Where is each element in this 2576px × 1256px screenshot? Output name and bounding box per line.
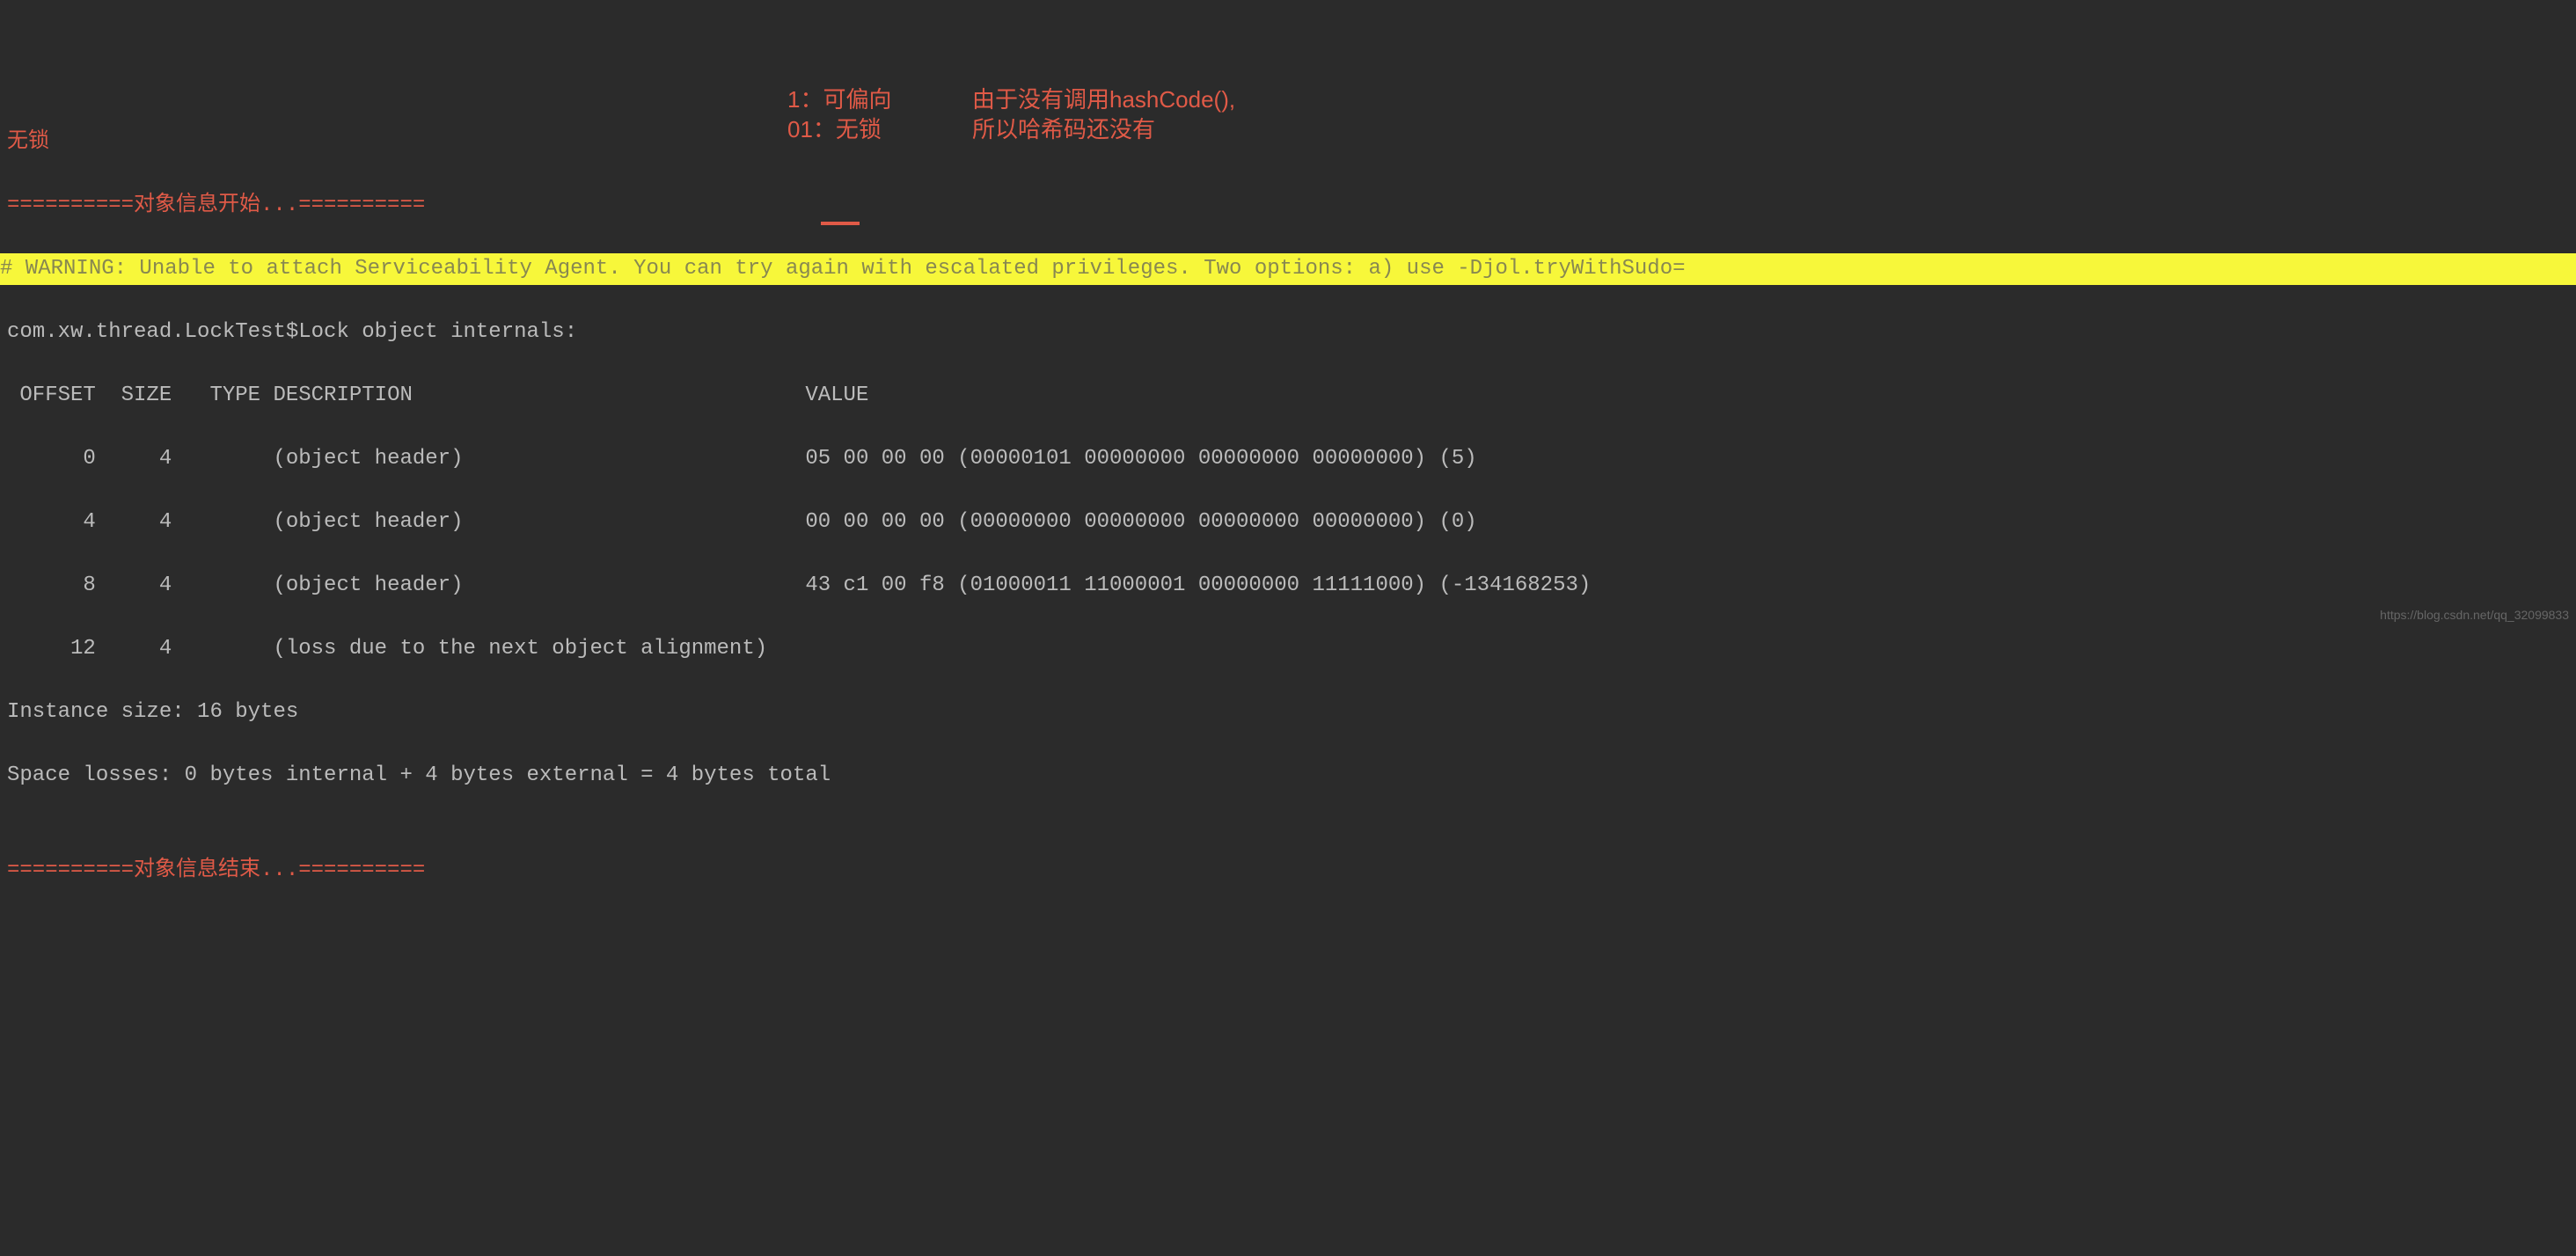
end-marker-line: ==========对象信息结束...==========	[0, 855, 2576, 887]
annotation-hashcode-line2: 所以哈希码还没有	[972, 113, 1155, 147]
table-row-2: 4 4 (object header) 00 00 00 00 (0000000…	[0, 507, 2576, 538]
space-losses-line: Space losses: 0 bytes internal + 4 bytes…	[0, 760, 2576, 792]
annotation-nolock: 01：无锁	[787, 113, 882, 147]
warning-line: # WARNING: Unable to attach Serviceabili…	[0, 253, 2576, 285]
object-internals-header: com.xw.thread.LockTest$Lock object inter…	[0, 317, 2576, 348]
title-line: 无锁	[0, 127, 2576, 158]
table-header: OFFSET SIZE TYPE DESCRIPTION VALUE	[0, 380, 2576, 412]
table-row-4: 12 4 (loss due to the next object alignm…	[0, 633, 2576, 665]
start-marker-line: ==========对象信息开始...==========	[0, 190, 2576, 222]
watermark: https://blog.csdn.net/qq_32099833	[2380, 606, 2569, 624]
table-row-1: 0 4 (object header) 05 00 00 00 (0000010…	[0, 443, 2576, 475]
instance-size-line: Instance size: 16 bytes	[0, 697, 2576, 728]
underline-mark	[821, 222, 860, 225]
table-row-3: 8 4 (object header) 43 c1 00 f8 (0100001…	[0, 570, 2576, 602]
